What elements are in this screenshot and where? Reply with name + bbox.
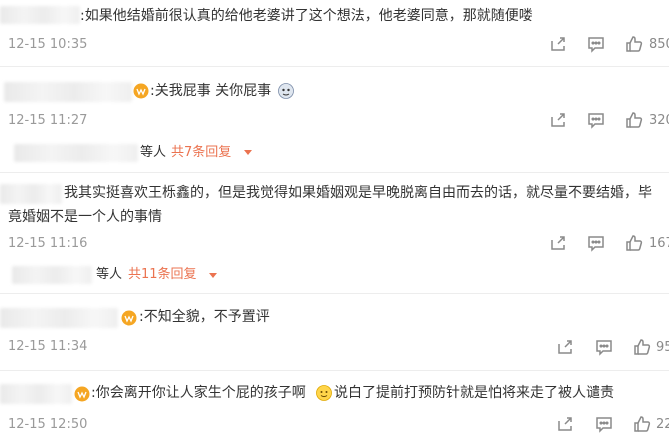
comment-text: :不知全貌，不予置评 <box>139 309 270 325</box>
like-count: 95 <box>656 340 669 355</box>
share-icon[interactable] <box>549 35 567 53</box>
blurred-username <box>0 308 118 328</box>
verified-badge-icon <box>133 83 149 99</box>
chevron-down-icon[interactable] <box>244 150 252 155</box>
blurred-username <box>0 184 62 204</box>
reply-prefix: 等人 <box>96 267 123 282</box>
verified-badge-icon <box>74 386 90 402</box>
comment-time: 12-15 12:50 <box>8 417 88 432</box>
emoji-icon <box>278 83 294 99</box>
comment-icon[interactable] <box>587 234 605 252</box>
comment-time: 12-15 11:27 <box>8 113 88 128</box>
divider <box>0 172 669 173</box>
view-replies-link[interactable]: 共11条回复 <box>128 266 197 284</box>
comment-time: 12-15 11:16 <box>8 236 88 251</box>
divider <box>0 293 669 294</box>
like-icon[interactable] <box>633 338 651 356</box>
blurred-username <box>14 144 138 162</box>
comment-time: 12-15 11:34 <box>8 339 88 354</box>
blurred-username <box>0 6 80 24</box>
share-icon[interactable] <box>549 234 567 252</box>
comment-text-continued: 说白了提前打预防针就是怕将来走了被人谴责 <box>334 385 614 401</box>
comment-time: 12-15 10:35 <box>8 37 88 52</box>
like-icon[interactable] <box>633 415 651 433</box>
divider <box>0 66 669 67</box>
blurred-username <box>4 82 132 102</box>
like-count: 320 <box>649 113 669 128</box>
like-count: 850 <box>649 37 669 52</box>
comment-text: :关我屁事 关你屁事 <box>150 83 272 99</box>
share-icon[interactable] <box>556 338 574 356</box>
emoji-icon <box>316 385 332 401</box>
comment-icon[interactable] <box>587 35 605 53</box>
share-icon[interactable] <box>549 111 567 129</box>
like-count: 167 <box>649 236 669 251</box>
blurred-username <box>0 384 72 404</box>
like-count: 22 <box>656 417 669 432</box>
reply-prefix: 等人 <box>140 145 167 160</box>
comment-text-line2: 竟婚姻不是一个人的事情 <box>8 209 162 225</box>
comment-icon[interactable] <box>587 111 605 129</box>
comment-text: :如果他结婚前很认真的给他老婆讲了这个想法，他老婆同意，那就随便喽 <box>80 8 533 24</box>
view-replies-link[interactable]: 共7条回复 <box>171 144 231 162</box>
comment-icon[interactable] <box>595 338 613 356</box>
chevron-down-icon[interactable] <box>209 273 217 278</box>
share-icon[interactable] <box>556 415 574 433</box>
divider <box>0 370 669 371</box>
blurred-username <box>12 266 92 284</box>
like-icon[interactable] <box>625 35 643 53</box>
comment-text: :你会离开你让人家生个屁的孩子啊 <box>91 385 306 401</box>
comment-icon[interactable] <box>595 415 613 433</box>
like-icon[interactable] <box>625 234 643 252</box>
verified-badge-icon <box>121 310 137 326</box>
comment-text: 我其实挺喜欢王栎鑫的，但是我觉得如果婚姻观是早晚脱离自由而去的话，就尽量不要结婚… <box>64 185 652 201</box>
like-icon[interactable] <box>625 111 643 129</box>
